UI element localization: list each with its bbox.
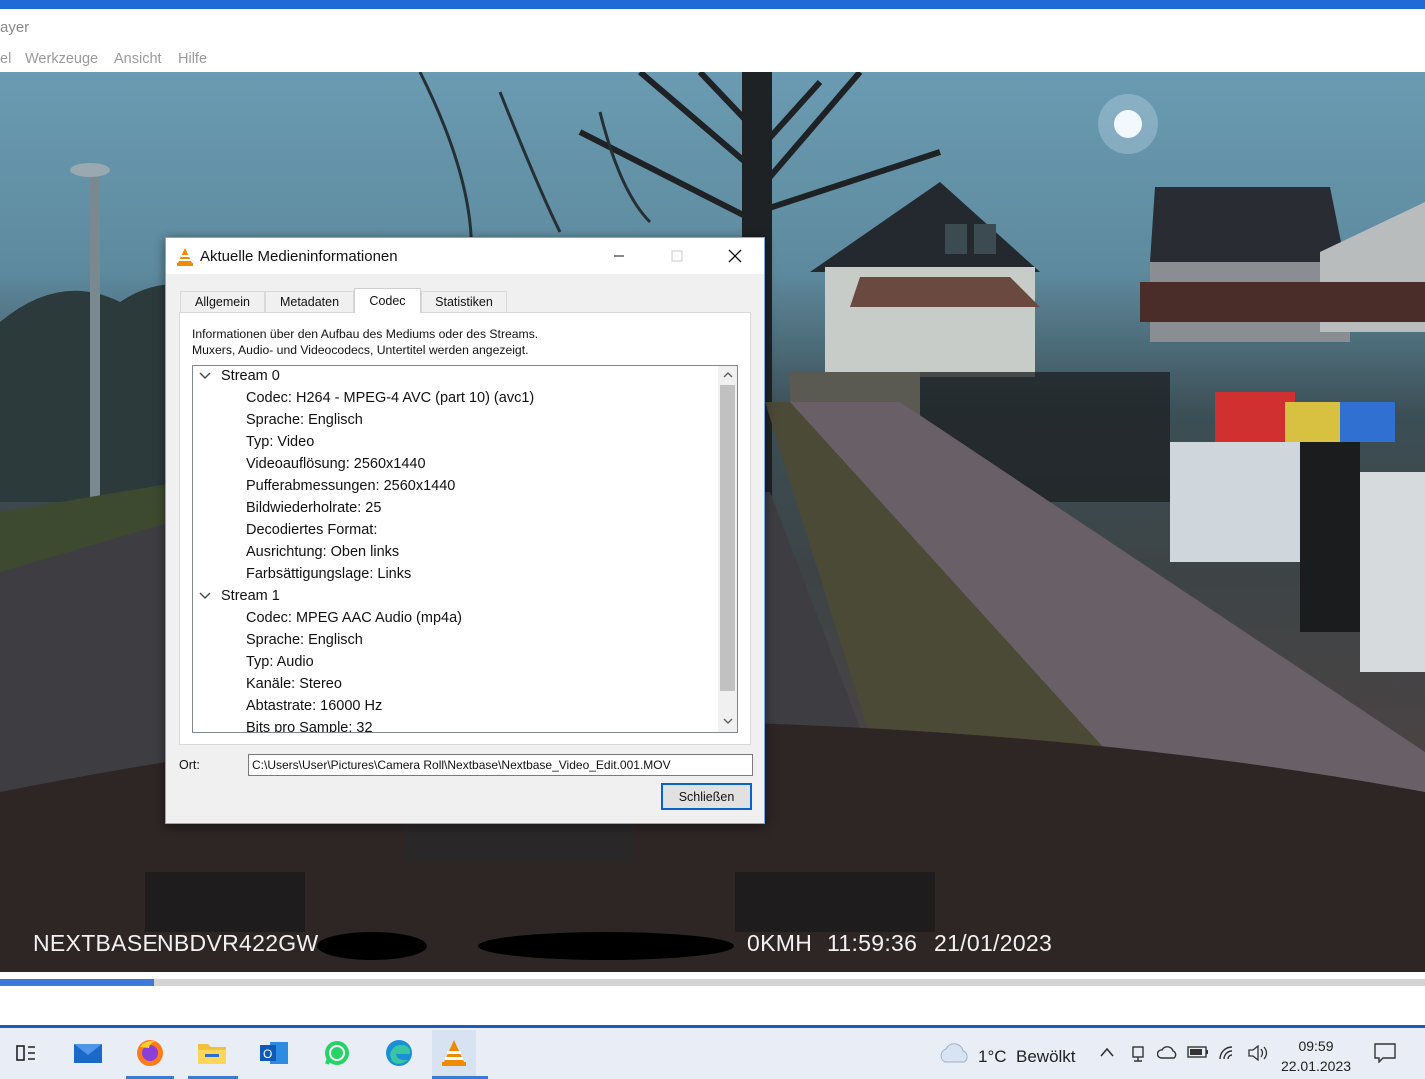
- whatsapp-icon[interactable]: [322, 1038, 352, 1068]
- task-view-icon[interactable]: [11, 1038, 41, 1068]
- tree-stream-0[interactable]: Stream 0: [221, 368, 280, 384]
- seek-area: [0, 972, 1425, 1028]
- seek-slider[interactable]: [0, 979, 1425, 986]
- osd-model: NBDVR422GW: [157, 930, 319, 956]
- tree-item[interactable]: Codec: MPEG AAC Audio (mp4a): [246, 610, 462, 626]
- taskbar-clock[interactable]: 09:59 22.01.2023: [1280, 1036, 1352, 1076]
- tree-item[interactable]: Sprache: Englisch: [246, 412, 363, 428]
- tree-item[interactable]: Typ: Video: [246, 434, 314, 450]
- description-line-2: Muxers, Audio- und Videocodecs, Untertit…: [192, 343, 529, 357]
- menu-item-tools[interactable]: Werkzeuge: [25, 51, 98, 67]
- window-titlebar[interactable]: ayer: [0, 9, 1425, 47]
- osd-time: 11:59:36: [827, 930, 918, 956]
- onedrive-icon[interactable]: [1156, 1045, 1179, 1063]
- tab-metadaten[interactable]: Metadaten: [265, 291, 354, 312]
- clock-time: 09:59: [1298, 1038, 1334, 1054]
- window-accent-bar: [0, 0, 1425, 9]
- window-title: ayer: [0, 19, 30, 36]
- scroll-thumb[interactable]: [720, 385, 735, 691]
- tab-codec[interactable]: Codec: [354, 288, 421, 313]
- menu-item-view[interactable]: Ansicht: [114, 51, 162, 67]
- tab-statistiken[interactable]: Statistiken: [421, 291, 507, 312]
- outlook-icon[interactable]: O: [259, 1038, 289, 1068]
- media-info-dialog: Aktuelle Medieninformationen Allgemein M…: [165, 237, 765, 824]
- notification-center-icon[interactable]: [1374, 1043, 1396, 1067]
- osd-brand: NEXTBASE: [33, 930, 159, 956]
- battery-icon[interactable]: [1187, 1045, 1209, 1062]
- vlc-taskbar-icon[interactable]: [432, 1030, 476, 1076]
- mail-icon[interactable]: [73, 1038, 103, 1068]
- meet-now-icon[interactable]: [1130, 1045, 1146, 1067]
- tree-scrollbar[interactable]: [718, 366, 737, 732]
- cloud-weather-icon[interactable]: [936, 1038, 972, 1068]
- scroll-up-icon[interactable]: [718, 366, 737, 384]
- clock-date: 22.01.2023: [1280, 1058, 1352, 1074]
- description-line-1: Informationen über den Aufbau des Medium…: [192, 327, 539, 341]
- tree-item[interactable]: Videoauflösung: 2560x1440: [246, 456, 426, 472]
- location-field[interactable]: C:\Users\User\Pictures\Camera Roll\Nextb…: [248, 754, 753, 776]
- chevron-down-icon[interactable]: [199, 590, 211, 604]
- tree-item[interactable]: Typ: Audio: [246, 654, 314, 670]
- tree-item[interactable]: Kanäle: Stereo: [246, 676, 342, 692]
- edge-icon[interactable]: [384, 1038, 414, 1068]
- menu-bar: el Werkzeuge Ansicht Hilfe: [0, 47, 1425, 72]
- svg-text:O: O: [263, 1047, 272, 1061]
- menu-item-help[interactable]: Hilfe: [178, 51, 207, 67]
- tab-allgemein[interactable]: Allgemein: [180, 291, 265, 312]
- maximize-button[interactable]: [648, 238, 706, 274]
- tree-item[interactable]: Ausrichtung: Oben links: [246, 544, 399, 560]
- close-dialog-button[interactable]: Schließen: [661, 783, 752, 810]
- tree-item[interactable]: Pufferabmessungen: 2560x1440: [246, 478, 455, 494]
- tree-item[interactable]: Bits pro Sample: 32: [246, 720, 373, 732]
- close-window-button[interactable]: [706, 238, 764, 274]
- menu-item-media[interactable]: el: [0, 51, 11, 67]
- dialog-title: Aktuelle Medieninformationen: [200, 248, 398, 265]
- wifi-icon[interactable]: [1218, 1045, 1238, 1065]
- codec-description: Informationen über den Aufbau des Medium…: [192, 326, 538, 358]
- location-label: Ort:: [179, 758, 200, 772]
- vlc-cone-icon: [176, 247, 194, 272]
- osd-date: 21/01/2023: [934, 930, 1053, 956]
- osd-speed: 0KMH: [747, 930, 813, 956]
- tree-item[interactable]: Codec: H264 - MPEG-4 AVC (part 10) (avc1…: [246, 390, 534, 406]
- tree-item[interactable]: Sprache: Englisch: [246, 632, 363, 648]
- scroll-down-icon[interactable]: [718, 712, 737, 730]
- stream-tree[interactable]: Stream 0 Codec: H264 - MPEG-4 AVC (part …: [192, 365, 738, 733]
- tree-item[interactable]: Bildwiederholrate: 25: [246, 500, 381, 516]
- firefox-icon[interactable]: [135, 1038, 165, 1068]
- chevron-up-icon[interactable]: [1099, 1045, 1115, 1062]
- weather-temp[interactable]: 1°C: [978, 1047, 1007, 1067]
- dialog-body: Allgemein Metadaten Codec Statistiken In…: [166, 274, 764, 823]
- codec-panel: Informationen über den Aufbau des Medium…: [179, 312, 751, 745]
- seek-progress: [0, 979, 154, 986]
- weather-condition[interactable]: Bewölkt: [1016, 1047, 1076, 1067]
- tree-item[interactable]: Abtastrate: 16000 Hz: [246, 698, 382, 714]
- tree-item[interactable]: Farbsättigungslage: Links: [246, 566, 411, 582]
- tree-stream-1[interactable]: Stream 1: [221, 588, 280, 604]
- chevron-down-icon[interactable]: [199, 370, 211, 384]
- volume-icon[interactable]: [1247, 1044, 1269, 1065]
- tree-item[interactable]: Decodiertes Format:: [246, 522, 377, 538]
- file-explorer-icon[interactable]: [197, 1038, 227, 1068]
- minimize-button[interactable]: [590, 238, 648, 274]
- taskbar: O 1°C Bewölkt 09:59 22.01.2023: [0, 1025, 1425, 1079]
